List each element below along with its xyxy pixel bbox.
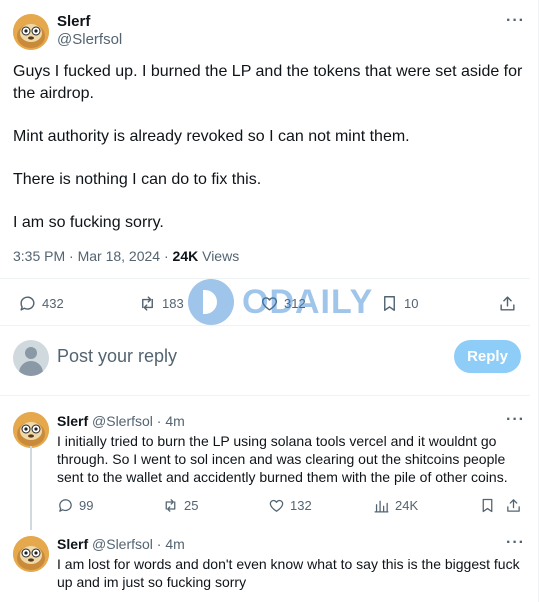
post-paragraph: There is nothing I can do to fix this. (13, 171, 262, 188)
watermark: ODAILY (188, 279, 373, 325)
author-name[interactable]: Slerf (57, 13, 90, 30)
author-handle[interactable]: @Slerfsol (57, 31, 122, 48)
share-action[interactable] (505, 497, 527, 514)
post-paragraph: Guys I fucked up. I burned the LP and th… (13, 63, 523, 102)
like-action[interactable]: 132 (268, 497, 312, 514)
watermark-logo-icon (188, 279, 234, 325)
repost-action[interactable]: 25 (162, 497, 198, 514)
like-count: 132 (290, 498, 312, 513)
post-timestamp[interactable]: 3:35 PM · Mar 18, 2024 · (13, 248, 169, 264)
repost-count: 183 (162, 296, 184, 311)
reply-author-avatar[interactable] (13, 412, 49, 448)
default-avatar-body (19, 361, 43, 376)
reply-text: I am lost for words and don't even know … (57, 556, 520, 590)
share-icon (500, 296, 515, 311)
reply-action[interactable]: 99 (57, 497, 93, 514)
default-avatar-head (25, 347, 37, 359)
reply-input[interactable]: Post your reply (57, 346, 177, 367)
bookmark-icon (384, 296, 395, 311)
reply-button[interactable]: Reply (454, 340, 521, 373)
reply-action[interactable]: 432 (18, 294, 64, 313)
thread-line (30, 446, 32, 530)
divider (0, 325, 530, 326)
bookmark-action[interactable] (479, 497, 501, 514)
sloth-avatar-icon (13, 536, 49, 572)
share-action[interactable] (498, 294, 522, 313)
reply-author-name[interactable]: Slerf (57, 536, 88, 552)
heart-icon (269, 499, 284, 512)
watermark-text: ODAILY (242, 282, 374, 321)
more-options-icon[interactable]: ··· (506, 411, 525, 429)
bookmark-count: 10 (404, 296, 419, 311)
reply-count: 432 (42, 296, 64, 311)
bookmark-action[interactable]: 10 (380, 294, 418, 313)
current-user-avatar[interactable] (13, 340, 49, 376)
reply-author[interactable]: Slerf @Slerfsol · 4m (57, 413, 185, 429)
repost-count: 25 (184, 498, 199, 513)
reply-author-avatar[interactable] (13, 536, 49, 572)
sloth-avatar-icon (13, 14, 49, 50)
post-detail-page: Slerf @Slerfsol ··· Guys I fucked up. I … (0, 0, 539, 602)
views-count: 24K (172, 248, 199, 264)
reply-author[interactable]: Slerf @Slerfsol · 4m (57, 536, 185, 552)
post-paragraph: I am so fucking sorry. (13, 214, 164, 231)
views-count: 24K (395, 498, 419, 513)
analytics-icon (374, 500, 389, 513)
post-paragraph: Mint authority is already revoked so I c… (13, 128, 410, 145)
reply-text: I initially tried to burn the LP using s… (57, 433, 508, 485)
reply-author-name[interactable]: Slerf (57, 413, 88, 429)
bookmark-icon (482, 498, 493, 513)
repost-action[interactable]: 183 (138, 294, 184, 313)
repost-icon (165, 499, 176, 512)
reply-handle-time[interactable]: @Slerfsol · 4m (92, 413, 185, 429)
reply-icon (59, 499, 72, 512)
share-icon (507, 499, 520, 512)
sloth-avatar-icon (13, 412, 49, 448)
reply-count: 99 (79, 498, 94, 513)
views-action[interactable]: 24K (373, 497, 418, 514)
repost-icon (142, 296, 153, 311)
author-avatar[interactable] (13, 14, 49, 50)
reply-icon (20, 296, 35, 311)
divider (0, 395, 530, 396)
post-meta: 3:35 PM · Mar 18, 2024 · 24K Views (13, 248, 239, 264)
views-label: Views (202, 248, 240, 264)
more-options-icon[interactable]: ··· (506, 12, 525, 30)
reply-handle-time[interactable]: @Slerfsol · 4m (92, 536, 185, 552)
more-options-icon[interactable]: ··· (506, 534, 525, 552)
